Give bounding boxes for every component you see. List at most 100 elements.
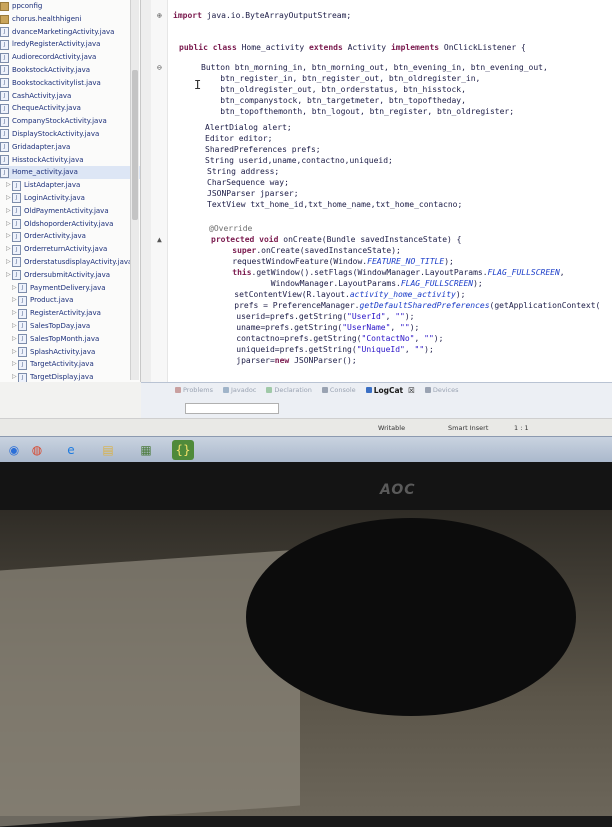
code-line[interactable]: prefs = PreferenceManager.getDefaultShar… [215, 300, 600, 311]
package-explorer: ppconfig chorus.healthhigeni JdvanceMarket… [0, 0, 141, 382]
code-line[interactable]: public class Home_activity extends Activ… [179, 42, 526, 53]
tree-item[interactable]: J HisstockActivity.java [0, 154, 140, 167]
package-icon [0, 1, 9, 11]
start-orb[interactable]: ◉ [3, 440, 25, 460]
tree-item[interactable]: J DisplayStockActivity.java [0, 128, 140, 141]
tree-item[interactable]: ▷ J TargetActivity.java [0, 358, 140, 371]
tree-item-label: SalesTopMonth.java [30, 334, 100, 343]
fold-marker-icon[interactable]: ▲ [157, 235, 162, 244]
tree-item-label: ppconfig [12, 2, 43, 10]
tree-item[interactable]: ▷ J OldPaymentActivity.java [0, 205, 140, 218]
code-line[interactable]: btn_companystock, btn_targetmeter, btn_t… [201, 95, 466, 106]
logcat-filter-input[interactable] [185, 403, 279, 414]
code-line[interactable]: WindowManager.LayoutParams.FLAG_FULLSCRE… [213, 278, 483, 289]
eclipse-icon[interactable]: {} [172, 440, 194, 460]
tree-item[interactable]: J Home_activity.java [0, 166, 140, 180]
explorer-scrollbar[interactable] [130, 0, 139, 380]
tree-item[interactable]: ▷ J Orderstatusdisplay​Activity.java [0, 256, 140, 269]
code-line[interactable]: @Override [209, 223, 252, 234]
code-line[interactable]: Button btn_morning_in, btn_morning_out, … [201, 62, 548, 73]
tree-item[interactable]: ▷ J SalesTopDay.java [0, 320, 140, 333]
declaration-icon [266, 387, 273, 393]
code-line[interactable]: protected void onCreate(Bundle savedInst… [211, 234, 461, 245]
code-line[interactable]: requestWindowFeature(Window.FEATURE_NO_T… [213, 256, 454, 267]
tree-item[interactable]: ▷ J PaymentDelivery.java [0, 282, 140, 295]
fold-marker-icon[interactable]: ⊖ [157, 63, 162, 72]
tree-item-label: PaymentDelivery.java [30, 283, 106, 292]
tree-item[interactable]: J AudiorecordActivity.java [0, 51, 140, 64]
code-line[interactable]: uniqueid=prefs.getString("UniqueId", "")… [217, 344, 434, 355]
code-line[interactable]: btn_register_in, btn_register_out, btn_o… [201, 73, 480, 84]
code-line[interactable]: btn_oldregister_out, btn_orderstatus, bt… [201, 84, 466, 95]
tree-item[interactable]: ▷ J OrderreturnActivity.java [0, 243, 140, 256]
view-tab-declaration[interactable]: Declaration [266, 386, 312, 394]
tree-item[interactable]: J CompanyStockActivity.java [0, 115, 140, 128]
code-line[interactable]: String userid,uname,contactno,uniqueid; [205, 155, 393, 166]
java-file-icon: J [18, 372, 27, 382]
tree-item[interactable]: chorus.healthhigeni [0, 13, 140, 26]
java-file-icon: J [18, 359, 27, 370]
view-tab-devices[interactable]: Devices [424, 386, 459, 394]
editor-gutter [141, 0, 168, 382]
code-line[interactable]: import java.io.ByteArrayOutputStream; [173, 10, 351, 21]
close-icon[interactable]: ☒ [408, 386, 415, 395]
tree-item[interactable]: ▷ J OrderActivity.java [0, 230, 140, 243]
tree-item[interactable]: ▷ J OldshoporderActivity.java [0, 218, 140, 231]
tree-item[interactable]: ▷ J SplashActivity.java [0, 346, 140, 359]
tree-item[interactable]: J Bookstockactivitylist.java [0, 77, 140, 90]
java-file-icon: J [0, 65, 9, 76]
tree-item-label: Product.java [30, 296, 74, 305]
code-line[interactable]: jparser=new JSONParser(); [217, 355, 356, 366]
java-file-icon: J [0, 26, 9, 37]
tree-item-label: RegisterActivity.java [30, 309, 101, 318]
tree-item-label: SalesTopDay.java [30, 321, 91, 330]
tree-item[interactable]: ▷ J SalesTopMonth.java [0, 333, 140, 346]
java-file-icon: J [12, 218, 21, 229]
code-line[interactable]: setContentView(R.layout.activity_home_ac… [215, 289, 465, 300]
code-line[interactable]: JSONParser jparser; [207, 188, 299, 199]
code-line[interactable]: userid=prefs.getString("UserId", ""); [217, 311, 414, 322]
code-line[interactable]: String address; [207, 166, 279, 177]
chrome-icon[interactable]: ◍ [26, 440, 48, 460]
view-tab-logcat[interactable]: LogCat ☒ [365, 386, 415, 395]
tree-item[interactable]: ppconfig [0, 0, 140, 13]
code-line[interactable]: btn_topofthemonth, btn_logout, btn_regis… [201, 106, 514, 117]
tree-item-label: OrdersubmitActivity.java [24, 270, 110, 279]
code-line[interactable]: SharedPreferences prefs; [205, 144, 321, 155]
fold-marker-icon[interactable]: ⊕ [157, 11, 162, 20]
explorer-scroll-thumb[interactable] [132, 70, 138, 220]
view-tab-bar: Problems Javadoc Declaration Console LogCat ☒… [141, 383, 612, 397]
tree-item[interactable]: ▷ J ListAdapter.java [0, 179, 140, 192]
code-line[interactable]: this.getWindow().setFlags(WindowManager.… [213, 267, 564, 278]
java-file-icon: J [18, 321, 27, 332]
tree-item[interactable]: ▷ J LoginActivity.java [0, 192, 140, 205]
code-line[interactable]: AlertDialog alert; [205, 122, 292, 133]
view-tab-label: Javadoc [230, 386, 257, 394]
tree-item[interactable]: ▷ J OrdersubmitActivity.java [0, 269, 140, 282]
view-tab-javadoc[interactable]: Javadoc [222, 386, 257, 394]
java-file-icon: J [12, 206, 21, 217]
java-file-icon: J [0, 39, 9, 50]
tree-item[interactable]: JdvanceMarketingActivity.java [0, 26, 140, 39]
tree-item[interactable]: ▷ J TargetDisplay.java [0, 371, 140, 382]
view-tab-problems[interactable]: Problems [175, 386, 213, 394]
code-editor[interactable]: import java.io.ByteArrayOutputStream; ⊕ pu… [141, 0, 612, 382]
tree-item[interactable]: J Gridadapter.java [0, 141, 140, 154]
code-line[interactable]: super.onCreate(savedInstanceState); [213, 245, 401, 256]
tree-item[interactable]: J ChequeActivity.java [0, 102, 140, 115]
tree-item[interactable]: J CashActivity.java [0, 90, 140, 103]
tree-item[interactable]: ▷ J Product.java [0, 294, 140, 307]
explorer-icon[interactable]: ▤ [97, 440, 119, 460]
code-line[interactable]: Editor editor; [205, 133, 272, 144]
tree-item[interactable]: JlredyRegisterActivity.java [0, 38, 140, 51]
code-line[interactable]: contactno=prefs.getString("ContactNo", "… [217, 333, 443, 344]
tree-item[interactable]: ▷ J RegisterActivity.java [0, 307, 140, 320]
tree-item[interactable]: J BookstockActivity.java [0, 64, 140, 77]
code-line[interactable]: TextView txt_home_id,txt_home_name,txt_h… [207, 199, 462, 210]
code-line[interactable]: uname=prefs.getString("UserName", ""); [217, 322, 419, 333]
code-line[interactable]: CharSequence way; [207, 177, 289, 188]
app-grid-icon[interactable]: ▦ [135, 440, 157, 460]
cursor-position-status: 1 : 1 [514, 424, 529, 432]
view-tab-console[interactable]: Console [321, 386, 356, 394]
ie-icon[interactable]: e [60, 440, 82, 460]
